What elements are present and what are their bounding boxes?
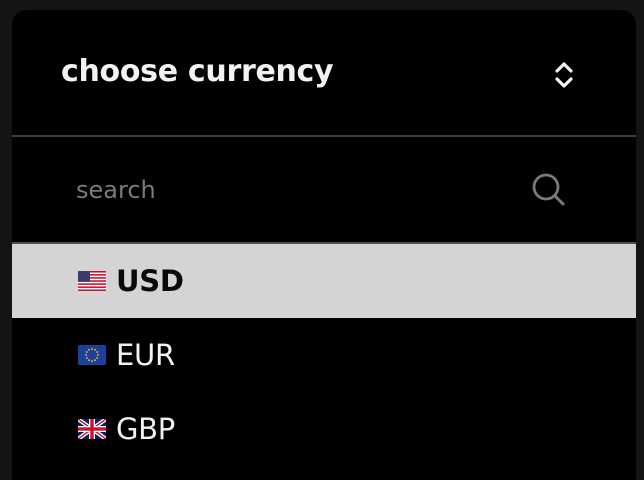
currency-dropdown: choose currency USD (12, 10, 636, 480)
dropdown-title: choose currency (61, 54, 334, 89)
dropdown-header[interactable]: choose currency (12, 10, 636, 137)
currency-code: EUR (116, 338, 175, 372)
search-input[interactable] (76, 171, 496, 209)
currency-option-gbp[interactable]: GBP (12, 392, 636, 466)
currency-code: USD (116, 264, 184, 298)
search-icon[interactable] (530, 171, 566, 207)
search-row (12, 137, 636, 244)
eu-flag-icon (78, 345, 106, 365)
us-flag-icon (78, 271, 106, 291)
gb-flag-icon (78, 419, 106, 439)
currency-option-eur[interactable]: EUR (12, 318, 636, 392)
currency-code: GBP (116, 412, 175, 446)
chevron-up-down-icon[interactable] (552, 58, 576, 92)
currency-option-usd[interactable]: USD (12, 244, 636, 318)
